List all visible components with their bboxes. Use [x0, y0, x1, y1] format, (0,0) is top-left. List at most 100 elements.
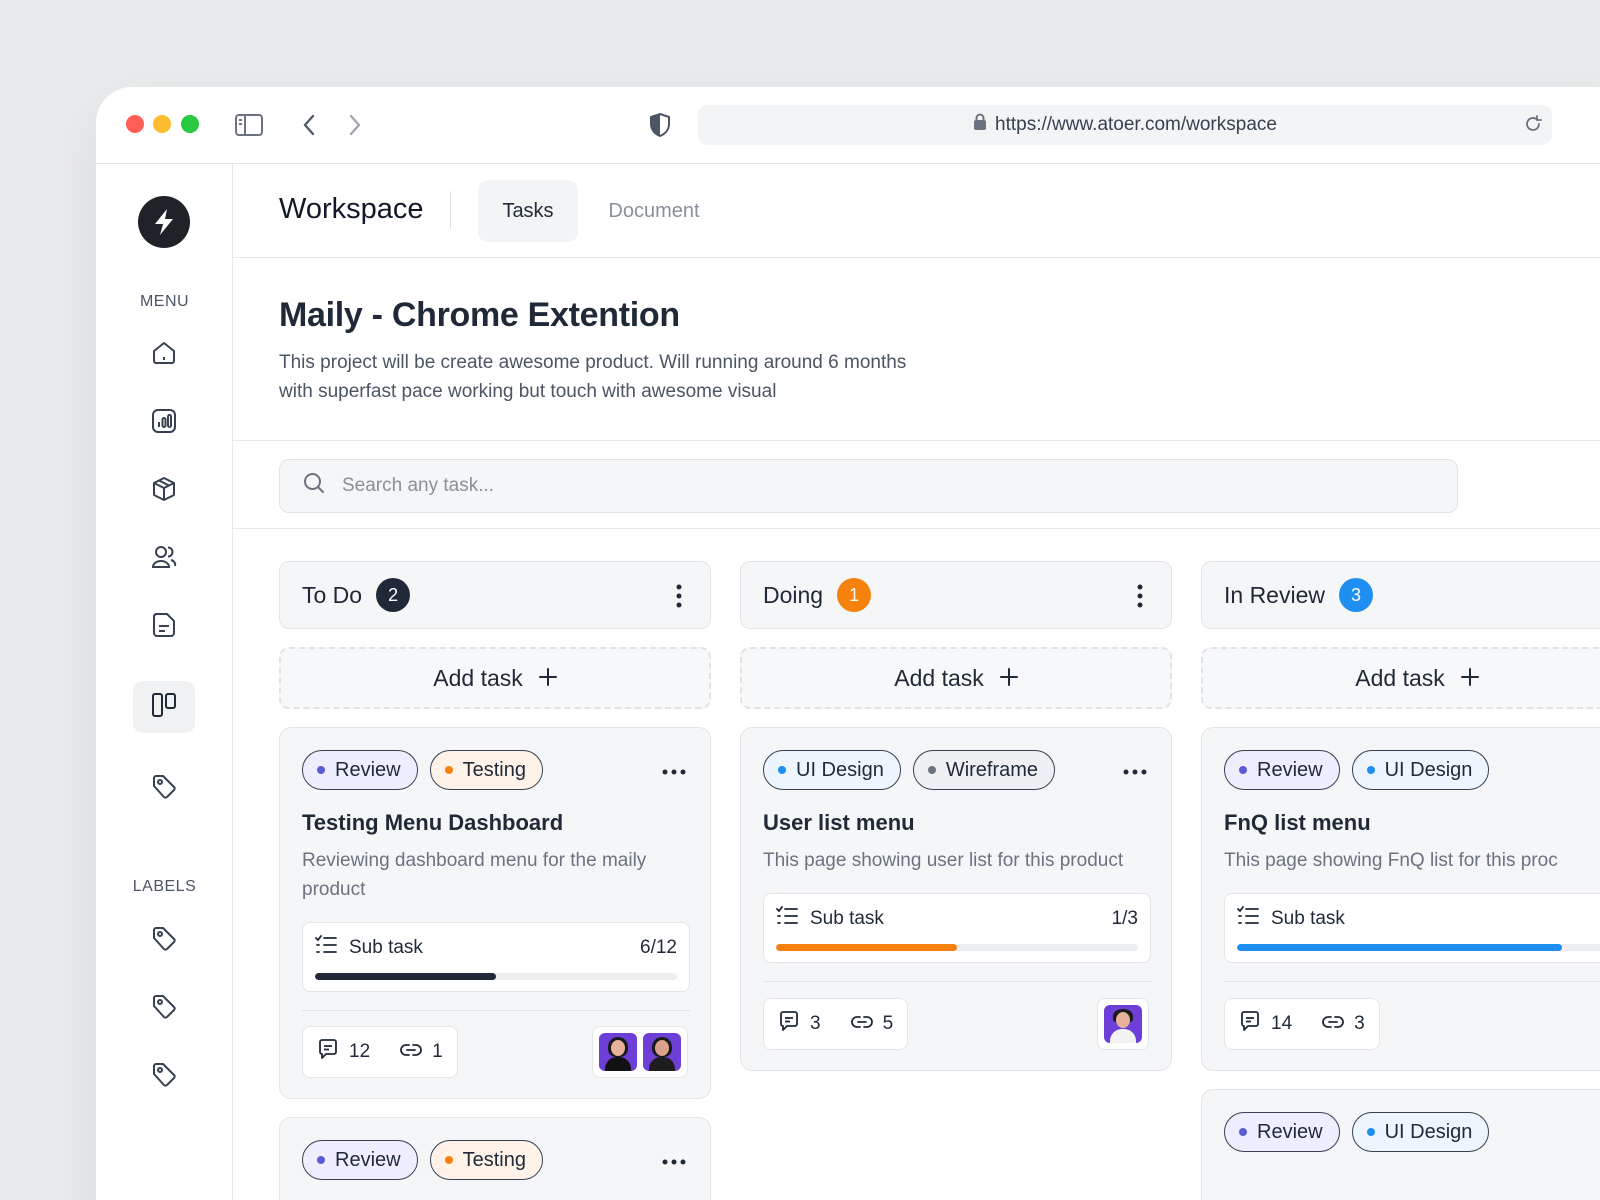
sidebar-item-products[interactable] — [133, 465, 195, 517]
page-title: Workspace — [279, 193, 424, 225]
link-count: 5 — [882, 1013, 894, 1034]
link-count: 3 — [1354, 1013, 1365, 1034]
assignee-avatars[interactable] — [592, 1026, 688, 1078]
tag-label: Review — [335, 1148, 401, 1171]
tag-label: UI Design — [796, 758, 884, 781]
search-placeholder: Search any task... — [342, 475, 495, 496]
lock-icon — [973, 113, 987, 137]
tag-dot — [444, 766, 453, 774]
sidebar-item-tags[interactable] — [133, 762, 195, 814]
tab-tasks[interactable]: Tasks — [478, 180, 578, 242]
sidebar-label-item-2[interactable] — [133, 982, 195, 1034]
subtask-count: 1/3 — [1111, 908, 1138, 929]
task-card[interactable]: Review Testing Testing Menu Dashboard Re… — [279, 727, 711, 1099]
avatar[interactable] — [643, 1033, 681, 1071]
column-title: Doing — [763, 581, 824, 608]
card-divider — [763, 981, 1151, 982]
tag-label: UI Design — [1384, 1120, 1473, 1143]
url-text: https://www.atoer.com/workspace — [995, 114, 1277, 135]
subtask-progress[interactable]: Sub task — [1224, 893, 1600, 963]
tag-dot — [317, 766, 325, 774]
reload-icon[interactable] — [1522, 113, 1544, 141]
tag-ui-design[interactable]: UI Design — [763, 750, 901, 790]
column-title: In Review — [1224, 581, 1325, 608]
tag-wireframe[interactable]: Wireframe — [912, 750, 1056, 790]
tag-review[interactable]: Review — [1224, 1112, 1340, 1152]
task-card[interactable]: Review UI Design FnQ list menu This page… — [1201, 727, 1600, 1071]
card-stats: 12 1 — [302, 1026, 458, 1078]
minimize-window-button[interactable] — [153, 115, 171, 133]
tag-list: Review Testing — [302, 750, 543, 790]
sidebar-item-users[interactable] — [133, 533, 195, 585]
add-task-label: Add task — [1355, 664, 1445, 691]
tag-list: Review Testing — [302, 1140, 543, 1180]
column-header: To Do 2 — [279, 561, 711, 629]
task-card[interactable]: Review UI Design — [1201, 1089, 1600, 1200]
add-task-button[interactable]: Add task — [279, 647, 711, 709]
back-arrow-icon[interactable] — [293, 109, 325, 141]
tag-dot — [1239, 766, 1247, 774]
sidebar-item-analytics[interactable] — [133, 397, 195, 449]
sidebar-item-documents[interactable] — [133, 601, 195, 653]
close-window-button[interactable] — [126, 115, 144, 133]
board-icon — [150, 691, 178, 724]
task-card[interactable]: Review Testing — [279, 1117, 711, 1200]
tag-ui-design[interactable]: UI Design — [1351, 1112, 1490, 1152]
plus-icon — [1460, 665, 1479, 692]
subtask-label: Sub task — [1271, 908, 1345, 929]
tag-label: Wireframe — [945, 758, 1039, 781]
subtask-progress[interactable]: Sub task 6/12 — [302, 922, 690, 992]
assignee-avatars[interactable] — [1097, 998, 1149, 1050]
checklist-icon — [1237, 906, 1259, 932]
maximize-window-button[interactable] — [181, 115, 199, 133]
progress-track — [1237, 944, 1600, 951]
avatar[interactable] — [1104, 1005, 1142, 1043]
forward-arrow-icon[interactable] — [339, 109, 371, 141]
card-more-icon[interactable] — [662, 1152, 686, 1170]
tag-dot — [1366, 766, 1375, 774]
avatar[interactable] — [599, 1033, 637, 1071]
users-icon — [150, 543, 178, 576]
comment-count: 12 — [349, 1041, 371, 1062]
sidebar-item-home[interactable] — [133, 329, 195, 381]
tag-ui-design[interactable]: UI Design — [1351, 750, 1490, 790]
search-input[interactable]: Search any task... — [279, 459, 1458, 513]
tag-label: Review — [1257, 758, 1323, 781]
tag-icon — [150, 992, 178, 1025]
card-more-icon[interactable] — [662, 762, 686, 780]
workspace-header: Workspace Tasks Document — [233, 164, 1600, 258]
progress-fill — [1237, 944, 1562, 951]
subtask-label: Sub task — [810, 908, 884, 929]
task-card[interactable]: UI Design Wireframe User list menu This … — [740, 727, 1172, 1071]
checklist-icon — [315, 935, 337, 961]
app-logo[interactable] — [138, 196, 190, 248]
tag-testing[interactable]: Testing — [429, 1140, 543, 1180]
card-stats: 3 5 — [763, 998, 909, 1050]
checklist-icon — [776, 906, 798, 932]
tag-review[interactable]: Review — [302, 1140, 418, 1180]
comment-icon — [778, 1010, 800, 1038]
comment-count: 3 — [810, 1013, 821, 1034]
subtask-progress[interactable]: Sub task 1/3 — [763, 893, 1151, 963]
sidebar-label-item-1[interactable] — [133, 914, 195, 966]
sidebar-label-item-3[interactable] — [133, 1050, 195, 1102]
tag-testing[interactable]: Testing — [429, 750, 543, 790]
tag-review[interactable]: Review — [1224, 750, 1340, 790]
column-menu-icon[interactable] — [1137, 584, 1143, 613]
project-title: Maily - Chrome Extention — [279, 296, 680, 334]
card-more-icon[interactable] — [1123, 762, 1147, 780]
add-task-button[interactable]: Add task — [1201, 647, 1600, 709]
sidebar-toggle-icon[interactable] — [233, 109, 265, 141]
column-count-badge: 1 — [837, 578, 872, 612]
add-task-label: Add task — [894, 664, 984, 691]
column-menu-icon[interactable] — [676, 584, 682, 613]
tag-review[interactable]: Review — [302, 750, 418, 790]
sidebar-item-board[interactable] — [133, 681, 195, 733]
card-description: This page showing FnQ list for this proc — [1224, 850, 1558, 871]
tab-document[interactable]: Document — [599, 180, 709, 242]
address-bar[interactable]: https://www.atoer.com/workspace — [698, 105, 1552, 145]
tag-dot — [444, 1156, 453, 1164]
add-task-button[interactable]: Add task — [740, 647, 1172, 709]
shield-icon[interactable] — [644, 109, 676, 141]
comment-icon — [1239, 1010, 1261, 1038]
